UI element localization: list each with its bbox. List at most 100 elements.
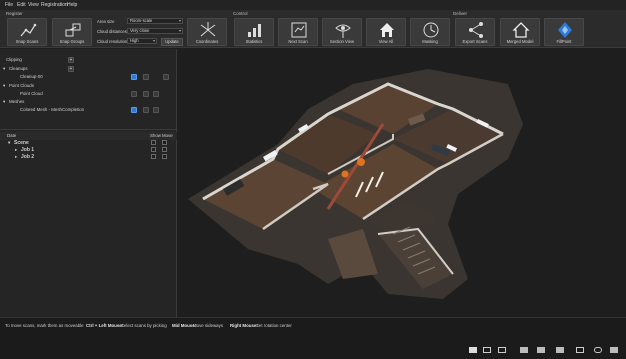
left-panel: Clipping + ▾ Cleanups + Cleanup-00 ▾ Poi… (0, 49, 177, 317)
right-mouse-key-label: Right Mouse: (230, 323, 258, 328)
clipping-row[interactable]: Clipping + (0, 56, 177, 64)
mesh-item-label: Colored Mesh - MeshCompletion (20, 107, 85, 112)
snap-groups-icon (65, 23, 81, 37)
point-clouds-label: Point Clouds (9, 83, 34, 88)
coordinates-label: Coordinates (195, 39, 219, 44)
view-mode-icon[interactable] (469, 347, 477, 353)
group-label-register: Register (6, 11, 23, 16)
next-scan-icon (291, 22, 307, 38)
expand-arrow-icon[interactable]: ▾ (3, 99, 5, 105)
show-checkbox[interactable] (151, 147, 156, 152)
move-column-header[interactable]: Move (162, 133, 173, 138)
visibility-toggle-icon[interactable] (131, 107, 137, 113)
cloud-distances-select[interactable]: Very close ▾ (127, 28, 183, 34)
add-clipping-button[interactable]: + (68, 57, 74, 63)
settings-icon[interactable] (163, 74, 169, 80)
snap-scans-icon (20, 23, 37, 37)
cloud-resolution-select[interactable]: High ▾ (127, 38, 157, 44)
eye-section-icon (335, 24, 351, 38)
camera-icon[interactable] (498, 347, 506, 353)
masking-button[interactable]: Masking (410, 18, 450, 46)
date-column-header[interactable]: Date (7, 133, 16, 138)
statistics-label: Statistics (245, 39, 263, 44)
update-button[interactable]: Update (161, 38, 183, 46)
menu-edit[interactable]: Edit (17, 2, 26, 8)
mid-mouse-text: Move sideways (193, 323, 224, 328)
toolbar: Register Control Deliver Snap Scans Snap… (0, 10, 626, 48)
section-view-label: Section View (329, 39, 355, 44)
view-all-label: View All (378, 39, 394, 44)
viewport-3d[interactable] (178, 49, 626, 317)
settings-icon[interactable] (576, 347, 584, 353)
save-icon[interactable] (153, 107, 159, 113)
cleanup-item-row[interactable]: Cleanup-00 (0, 73, 177, 81)
snap-groups-label: Snap Groups (59, 39, 85, 44)
show-checkbox[interactable] (151, 140, 156, 145)
group-label-control: Control (233, 11, 248, 16)
view-all-button[interactable]: View All (366, 18, 406, 46)
point-clouds-row[interactable]: ▾ Point Clouds (0, 82, 177, 90)
fullscreen-icon[interactable] (537, 347, 545, 353)
move-checkbox[interactable] (162, 154, 167, 159)
save-icon[interactable] (153, 91, 159, 97)
table-row[interactable]: ▸ Job 2 (0, 153, 177, 161)
ctrl-left-text: Select scans by picking (121, 323, 167, 328)
cleanup-item-label: Cleanup-00 (20, 74, 43, 79)
help-icon[interactable] (594, 347, 602, 353)
meshes-row[interactable]: ▾ Meshes (0, 98, 177, 106)
visibility-toggle-icon[interactable] (131, 74, 137, 80)
cleanups-label: Cleanups (9, 66, 28, 71)
expand-arrow-icon[interactable]: ▸ (15, 154, 17, 160)
next-scan-button[interactable]: Next Scan (278, 18, 318, 46)
show-checkbox[interactable] (151, 154, 156, 159)
house-model-render (188, 69, 523, 299)
meshes-label: Meshes (9, 99, 25, 104)
area-size-select[interactable]: Room-scale ▾ (127, 18, 183, 24)
cloud-distances-value: Very close (130, 28, 150, 33)
chevron-down-icon: ▾ (178, 18, 181, 23)
layout-icon[interactable] (483, 347, 491, 353)
point-cloud-item-row[interactable]: Point Cloud (0, 90, 177, 98)
fillpoint-icon (558, 22, 572, 38)
merged-model-icon (512, 22, 530, 38)
screenshot-icon[interactable] (556, 347, 564, 353)
expand-arrow-icon[interactable]: ▾ (3, 66, 5, 72)
coordinates-button[interactable]: Coordinates (187, 18, 227, 46)
splitter[interactable] (0, 129, 177, 130)
grid-icon[interactable] (520, 347, 528, 353)
area-size-label: Area size (97, 19, 115, 24)
menu-registration[interactable]: Registration (41, 2, 68, 8)
add-cleanup-button[interactable]: + (68, 66, 74, 72)
cloud-resolution-value: High (130, 38, 139, 43)
next-scan-label: Next Scan (288, 39, 308, 44)
mesh-item-row[interactable]: Colored Mesh - MeshCompletion (0, 106, 177, 114)
bar-chart-icon (248, 24, 261, 37)
ctrl-left-key-label: Ctrl + Left Mouse: (86, 323, 124, 328)
cleanups-row[interactable]: ▾ Cleanups + (0, 65, 177, 73)
info-icon[interactable] (610, 347, 618, 353)
export-scans-label: Export Scans (462, 39, 488, 44)
fillpoint-button[interactable]: FillPoint (544, 18, 584, 46)
snap-scans-button[interactable]: Snap Scans (7, 18, 47, 46)
section-view-button[interactable]: Section View (322, 18, 362, 46)
delete-icon[interactable] (143, 91, 149, 97)
move-checkbox[interactable] (162, 147, 167, 152)
delete-icon[interactable] (143, 107, 149, 113)
expand-arrow-icon[interactable]: ▾ (3, 83, 5, 89)
menu-help[interactable]: Help (67, 2, 77, 8)
status-bar: To move scans, mark them as moveable Ctr… (0, 317, 626, 359)
move-checkbox[interactable] (162, 140, 167, 145)
menu-view[interactable]: View (28, 2, 39, 8)
export-scans-button[interactable]: Export Scans (455, 18, 495, 46)
fillpoint-label: FillPoint (556, 39, 572, 44)
statistics-button[interactable]: Statistics (234, 18, 274, 46)
chevron-down-icon: ▾ (152, 38, 155, 43)
eye-icon[interactable] (131, 91, 137, 97)
coordinates-icon (200, 22, 216, 37)
merged-model-button[interactable]: Merged Model (500, 18, 540, 46)
delete-icon[interactable] (143, 74, 149, 80)
show-column-header[interactable]: Show (150, 133, 161, 138)
menu-file[interactable]: File (5, 2, 13, 8)
point-cloud-item-label: Point Cloud (20, 91, 43, 96)
snap-groups-button[interactable]: Snap Groups (52, 18, 92, 46)
